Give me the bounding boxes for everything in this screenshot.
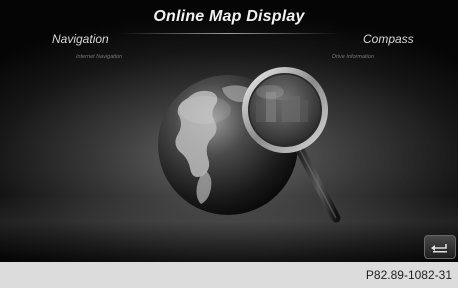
back-button[interactable]	[424, 235, 456, 259]
back-arrow-icon	[431, 244, 447, 253]
reference-code: P82.89-1082-31	[365, 268, 452, 282]
globe-illustration	[158, 67, 341, 223]
display-screen: Online Map Display Navigation Internet N…	[0, 0, 458, 262]
